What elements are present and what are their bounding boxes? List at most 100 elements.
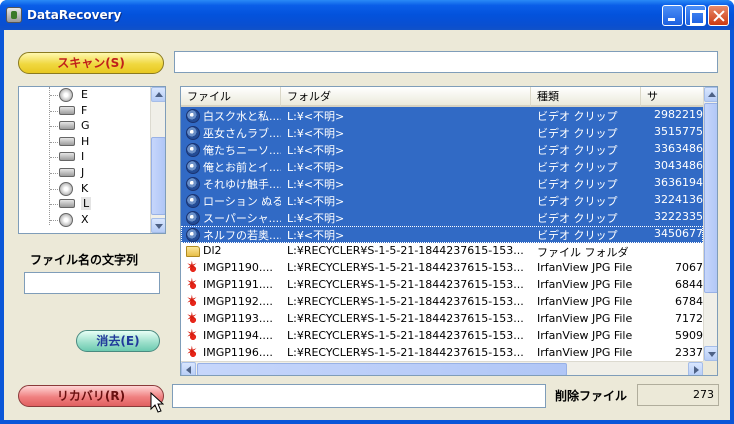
tree-connector (50, 173, 58, 174)
tree-connector (50, 95, 58, 96)
list-scroll-right-button[interactable] (688, 362, 703, 375)
tree-scroll-thumb[interactable] (151, 137, 165, 215)
table-row[interactable]: ローション ぬる.... L:¥<不明> ビデオ クリップ 3224136 (181, 192, 703, 209)
list-scroll-down-button[interactable] (704, 346, 717, 361)
table-row[interactable]: IMGP1191.... L:¥RECYCLER¥S-1-5-21-1844237… (181, 276, 703, 294)
tree-item-label: G (81, 119, 90, 133)
list-scroll-left-button[interactable] (181, 362, 196, 375)
column-header-file[interactable]: ファイル (181, 87, 281, 107)
cell-file-name: それゆけ触手.... (203, 178, 281, 191)
table-row[interactable]: それゆけ触手.... L:¥<不明> ビデオ クリップ 3636194 (181, 175, 703, 192)
cd-drive-icon (59, 181, 73, 196)
file-list-body: 白スク水と私.... L:¥<不明> ビデオ クリップ 2982219 巫女さんラブ..… (181, 107, 703, 361)
table-row[interactable]: IMGP1194.... L:¥RECYCLER¥S-1-5-21-1844237… (181, 327, 703, 345)
file-list-header: ファイル フォルダ 種類 サ (181, 87, 703, 107)
drive-icon (59, 121, 75, 131)
list-horizontal-scrollbar[interactable] (181, 361, 703, 375)
table-row[interactable]: IMGP1190.... L:¥RECYCLER¥S-1-5-21-1844237… (181, 259, 703, 277)
tree-connector (50, 188, 58, 190)
table-row[interactable]: 俺とお前とイ.... L:¥<不明> ビデオ クリップ 3043486 (181, 158, 703, 175)
table-row[interactable]: 白スク水と私.... L:¥<不明> ビデオ クリップ 2982219 (181, 107, 703, 124)
table-row[interactable]: 巫女さんラブ.... L:¥<不明> ビデオ クリップ 3515775 (181, 124, 703, 141)
scroll-corner (703, 361, 717, 375)
title-bar[interactable]: DataRecovery (0, 0, 734, 30)
cell-folder: L:¥RECYCLER¥S-1-5-21-1844237615-153... (287, 278, 524, 291)
table-row[interactable]: スーパーシャ.... L:¥<不明> ビデオ クリップ 3222335 (181, 209, 703, 226)
recover-button[interactable]: リカバリ(R) (18, 385, 164, 407)
video-file-icon (186, 126, 200, 140)
cell-size: 3450677 (654, 227, 703, 240)
image-file-icon (186, 259, 200, 276)
tree-item-drive[interactable]: J (19, 165, 147, 181)
tree-item-drive[interactable]: F (19, 103, 147, 119)
table-row[interactable]: 俺たちニーソ.... L:¥<不明> ビデオ クリップ 3363486 (181, 141, 703, 158)
tree-scroll-down-button[interactable] (151, 218, 165, 233)
drive-tree[interactable]: EFGHIJKLX (18, 86, 166, 234)
list-hscroll-thumb[interactable] (197, 363, 567, 375)
tree-vertical-scrollbar[interactable] (150, 87, 165, 233)
cell-folder: L:¥<不明> (287, 229, 345, 242)
video-file-icon (186, 211, 200, 225)
cell-type: IrfanView JPG File (537, 346, 633, 359)
list-scroll-up-button[interactable] (704, 87, 717, 102)
cell-size: 3222335 (654, 210, 703, 223)
video-file-icon (186, 160, 200, 174)
file-list[interactable]: ファイル フォルダ 種類 サ 白スク水と私.... L:¥<不明> ビデオ クリップ… (180, 86, 718, 376)
minimize-button[interactable] (662, 5, 683, 26)
video-file-icon (186, 194, 200, 208)
cell-size: 7172 (675, 312, 703, 325)
cell-folder: L:¥<不明> (287, 212, 345, 225)
path-input[interactable] (174, 51, 718, 73)
tree-item-drive[interactable]: X (19, 212, 147, 228)
image-file-icon (186, 327, 200, 344)
image-file-icon (186, 344, 200, 361)
cell-size: 7067 (675, 261, 703, 274)
list-vertical-scrollbar[interactable] (703, 87, 717, 361)
cell-folder: L:¥RECYCLER¥S-1-5-21-1844237615-153... (287, 261, 524, 274)
column-header-size[interactable]: サ (641, 87, 703, 107)
maximize-button[interactable] (685, 5, 706, 26)
table-row[interactable]: Dl2 L:¥RECYCLER¥S-1-5-21-1844237615-153..… (181, 243, 703, 260)
tree-item-label: L (81, 197, 92, 211)
scan-button[interactable]: スキャン(S) (18, 52, 164, 74)
cell-type: IrfanView JPG File (537, 295, 633, 308)
cell-type: ビデオ クリップ (537, 110, 618, 123)
column-header-folder[interactable]: フォルダ (281, 87, 531, 107)
filename-filter-input[interactable] (24, 272, 160, 294)
cell-size: 3636194 (654, 176, 703, 189)
cell-file-name: 俺とお前とイ.... (203, 161, 281, 174)
table-row[interactable]: IMGP1193.... L:¥RECYCLER¥S-1-5-21-1844237… (181, 310, 703, 328)
close-button[interactable] (708, 5, 729, 26)
app-window: DataRecovery スキャン(S) EFGHIJKLX ファイル名の文字列… (0, 0, 734, 424)
column-header-type[interactable]: 種類 (531, 87, 641, 107)
cell-folder: L:¥<不明> (287, 110, 345, 123)
tree-scroll-up-button[interactable] (151, 87, 165, 102)
tree-item-drive[interactable]: I (19, 149, 147, 165)
cell-size: 2337 (675, 346, 703, 359)
app-icon[interactable] (6, 7, 22, 23)
tree-item-drive[interactable]: H (19, 134, 147, 150)
cell-size: 5909 (675, 329, 703, 342)
cell-folder: L:¥RECYCLER¥S-1-5-21-1844237615-153... (287, 244, 524, 257)
tree-item-drive[interactable]: E (19, 87, 147, 103)
cell-type: ビデオ クリップ (537, 212, 618, 225)
video-file-icon (186, 228, 200, 242)
table-row[interactable]: IMGP1196.... L:¥RECYCLER¥S-1-5-21-1844237… (181, 344, 703, 361)
clear-button[interactable]: 消去(E) (76, 330, 160, 352)
tree-connector (50, 110, 58, 112)
table-row[interactable]: ネルフの若奥.... L:¥<不明> ビデオ クリップ 3450677 (181, 226, 703, 243)
tree-item-drive[interactable]: K (19, 181, 147, 197)
status-input[interactable] (172, 384, 546, 408)
tree-item-label: J (81, 166, 85, 179)
cell-size: 6844 (675, 278, 703, 291)
drive-icon (59, 199, 75, 209)
cell-file-name: ネルフの若奥.... (203, 229, 281, 242)
video-file-icon (186, 109, 200, 123)
list-scroll-thumb[interactable] (704, 103, 717, 293)
deleted-files-label: 削除ファイル (555, 389, 628, 403)
cell-size: 3043486 (654, 159, 703, 172)
tree-item-drive[interactable]: G (19, 118, 147, 134)
tree-item-drive[interactable]: L (19, 196, 147, 212)
drive-icon (59, 105, 75, 115)
table-row[interactable]: IMGP1192.... L:¥RECYCLER¥S-1-5-21-1844237… (181, 293, 703, 311)
